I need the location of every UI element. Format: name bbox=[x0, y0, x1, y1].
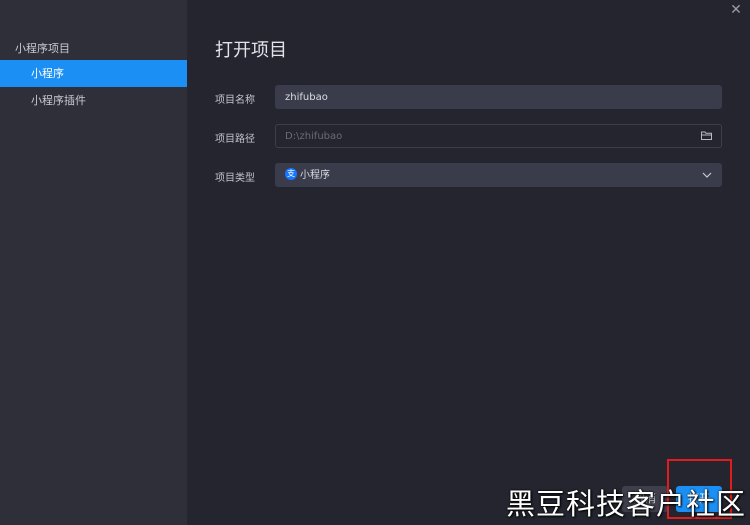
sidebar-group-label: 小程序项目 bbox=[15, 42, 70, 55]
project-path-label: 项目路径 bbox=[215, 134, 255, 145]
project-name-label: 项目名称 bbox=[215, 95, 255, 106]
sidebar-item-label: 小程序 bbox=[31, 67, 64, 80]
sidebar-item-label: 小程序插件 bbox=[31, 94, 86, 107]
open-project-dialog: 小程序项目 小程序 小程序插件 ✕ 打开项目 项目名称 zhifubao 项目路… bbox=[0, 0, 750, 525]
page-title: 打开项目 bbox=[215, 40, 287, 61]
project-type-label: 项目类型 bbox=[215, 173, 255, 184]
watermark: 黑豆科技客户社区 bbox=[505, 487, 746, 521]
folder-icon[interactable] bbox=[701, 131, 712, 140]
project-type-select[interactable]: 支小程序 bbox=[275, 163, 722, 187]
project-path-field[interactable]: D:\zhifubao bbox=[275, 124, 722, 148]
sidebar-item-plugin[interactable]: 小程序插件 bbox=[0, 87, 187, 114]
main-panel: ✕ 打开项目 项目名称 zhifubao 项目路径 D:\zhifubao 项目… bbox=[187, 0, 750, 525]
close-icon[interactable]: ✕ bbox=[729, 3, 743, 17]
sidebar: 小程序项目 小程序 小程序插件 bbox=[0, 0, 187, 525]
chevron-down-icon bbox=[702, 172, 712, 178]
sidebar-item-miniprogram[interactable]: 小程序 bbox=[0, 60, 187, 87]
project-path-placeholder: D:\zhifubao bbox=[285, 131, 343, 142]
alipay-icon: 支 bbox=[285, 168, 297, 180]
project-name-field[interactable]: zhifubao bbox=[275, 85, 722, 109]
project-type-value: 小程序 bbox=[300, 170, 330, 181]
